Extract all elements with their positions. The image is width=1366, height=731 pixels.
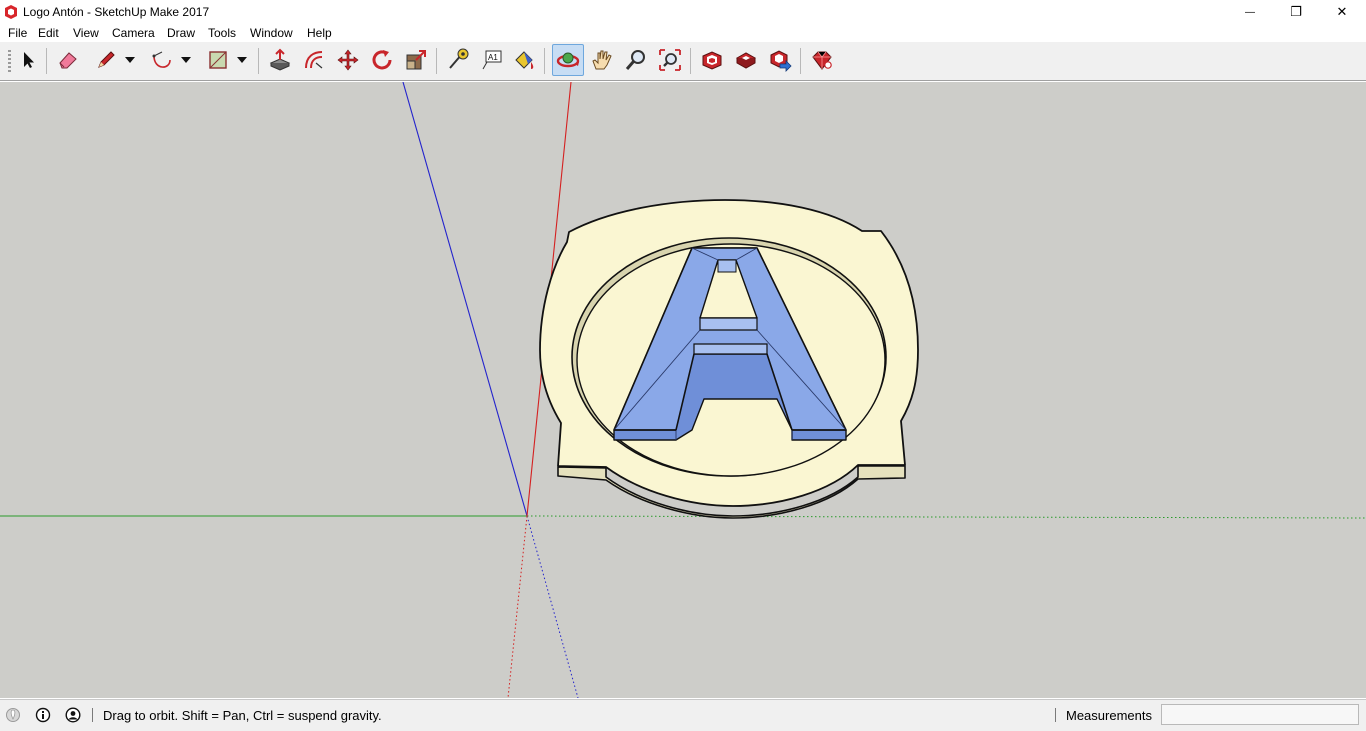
pencil-icon bbox=[98, 51, 115, 68]
restore-icon: ❐ bbox=[1290, 4, 1302, 19]
green-axis-negative bbox=[526, 515, 1366, 519]
move-tool[interactable] bbox=[334, 46, 362, 74]
line-tool[interactable] bbox=[92, 46, 120, 74]
user-account-icon[interactable] bbox=[65, 707, 81, 723]
sketchup-app-icon bbox=[5, 5, 17, 19]
status-separator bbox=[92, 708, 93, 722]
zoom-extents-icon bbox=[659, 49, 681, 71]
eraser-tool[interactable] bbox=[54, 46, 82, 74]
move-arrows-icon bbox=[337, 49, 359, 71]
zoom-tool[interactable] bbox=[622, 46, 650, 74]
menu-draw[interactable]: Draw bbox=[167, 26, 195, 40]
text-tool-glyph: A1 bbox=[488, 53, 498, 62]
orbit-tool[interactable] bbox=[552, 44, 584, 76]
arc-tool-dropdown[interactable] bbox=[180, 46, 192, 74]
paint-bucket-icon bbox=[515, 51, 534, 69]
menu-bar: File Edit View Camera Draw Tools Window … bbox=[0, 24, 1366, 42]
modeling-viewport[interactable] bbox=[0, 82, 1366, 698]
offset-icon bbox=[305, 51, 323, 69]
minimize-button[interactable]: — bbox=[1227, 0, 1273, 24]
blue-axis-positive bbox=[402, 82, 528, 517]
offset-tool[interactable] bbox=[300, 46, 328, 74]
text-tool[interactable]: A1 bbox=[478, 46, 506, 74]
menu-tools[interactable]: Tools bbox=[208, 26, 236, 40]
toolbar-separator bbox=[800, 48, 801, 74]
menu-window[interactable]: Window bbox=[250, 26, 293, 40]
ruby-console-tool[interactable] bbox=[808, 46, 836, 74]
arc-icon bbox=[152, 51, 171, 68]
status-separator bbox=[1055, 708, 1056, 722]
restore-button[interactable]: ❐ bbox=[1273, 0, 1319, 24]
rectangle-tool[interactable] bbox=[204, 46, 232, 74]
hand-icon bbox=[592, 50, 612, 70]
rotate-icon bbox=[372, 50, 392, 70]
tape-measure-icon bbox=[449, 48, 469, 69]
scene-canvas[interactable] bbox=[0, 82, 1366, 698]
toolbar-separator bbox=[690, 48, 691, 74]
paint-bucket-tool[interactable] bbox=[510, 46, 538, 74]
red-axis-negative bbox=[507, 515, 528, 698]
menu-view[interactable]: View bbox=[73, 26, 99, 40]
orbit-icon bbox=[556, 52, 580, 68]
select-tool[interactable] bbox=[14, 46, 42, 74]
window-title: Logo Antón - SketchUp Make 2017 bbox=[23, 5, 210, 19]
chevron-down-icon bbox=[237, 57, 247, 63]
minimize-icon: — bbox=[1245, 6, 1255, 18]
rectangle-icon bbox=[209, 51, 227, 69]
3d-warehouse-icon bbox=[702, 51, 722, 70]
rectangle-tool-dropdown[interactable] bbox=[236, 46, 248, 74]
magnifier-icon bbox=[625, 50, 645, 70]
close-icon: ✕ bbox=[1336, 4, 1348, 19]
status-message: Drag to orbit. Shift = Pan, Ctrl = suspe… bbox=[103, 708, 382, 723]
chevron-down-icon bbox=[125, 57, 135, 63]
arrow-cursor-icon bbox=[24, 52, 34, 68]
title-bar: Logo Antón - SketchUp Make 2017 — ❐ ✕ bbox=[0, 0, 1366, 24]
toolbar-separator bbox=[544, 48, 545, 74]
close-button[interactable]: ✕ bbox=[1319, 0, 1365, 24]
extension-warehouse-tool[interactable] bbox=[732, 46, 760, 74]
measurements-input[interactable] bbox=[1161, 704, 1359, 725]
toolbar-grip[interactable] bbox=[8, 50, 11, 72]
menu-camera[interactable]: Camera bbox=[112, 26, 155, 40]
arc-tool[interactable] bbox=[148, 46, 176, 74]
ruby-gem-icon bbox=[812, 51, 832, 70]
rotate-tool[interactable] bbox=[368, 46, 396, 74]
eraser-icon bbox=[59, 52, 77, 69]
push-pull-tool[interactable] bbox=[266, 46, 294, 74]
zoom-extents-tool[interactable] bbox=[656, 46, 684, 74]
share-model-tool[interactable] bbox=[766, 46, 794, 74]
large-toolset-toolbar: A1 bbox=[0, 42, 1366, 81]
push-pull-icon bbox=[269, 48, 291, 71]
menu-help[interactable]: Help bbox=[307, 26, 332, 40]
toolbar-separator bbox=[258, 48, 259, 74]
pan-tool[interactable] bbox=[588, 46, 616, 74]
toolbar-separator bbox=[46, 48, 47, 74]
geo-location-icon[interactable] bbox=[5, 707, 21, 723]
text-label-icon: A1 bbox=[482, 50, 502, 70]
toolbar-separator bbox=[436, 48, 437, 74]
measurements-label: Measurements bbox=[1066, 708, 1152, 723]
menu-file[interactable]: File bbox=[8, 26, 27, 40]
tape-measure-tool[interactable] bbox=[444, 46, 472, 74]
scale-tool[interactable] bbox=[402, 46, 430, 74]
chevron-down-icon bbox=[181, 57, 191, 63]
3d-warehouse-tool[interactable] bbox=[698, 46, 726, 74]
scale-icon bbox=[406, 50, 426, 70]
share-model-icon bbox=[770, 50, 792, 72]
extension-warehouse-icon bbox=[735, 52, 757, 69]
blue-axis-negative bbox=[526, 515, 579, 698]
line-tool-dropdown[interactable] bbox=[124, 46, 136, 74]
menu-edit[interactable]: Edit bbox=[38, 26, 59, 40]
status-bar: Drag to orbit. Shift = Pan, Ctrl = suspe… bbox=[0, 699, 1366, 731]
credits-info-icon[interactable] bbox=[35, 707, 51, 723]
logo-model[interactable] bbox=[539, 199, 919, 519]
